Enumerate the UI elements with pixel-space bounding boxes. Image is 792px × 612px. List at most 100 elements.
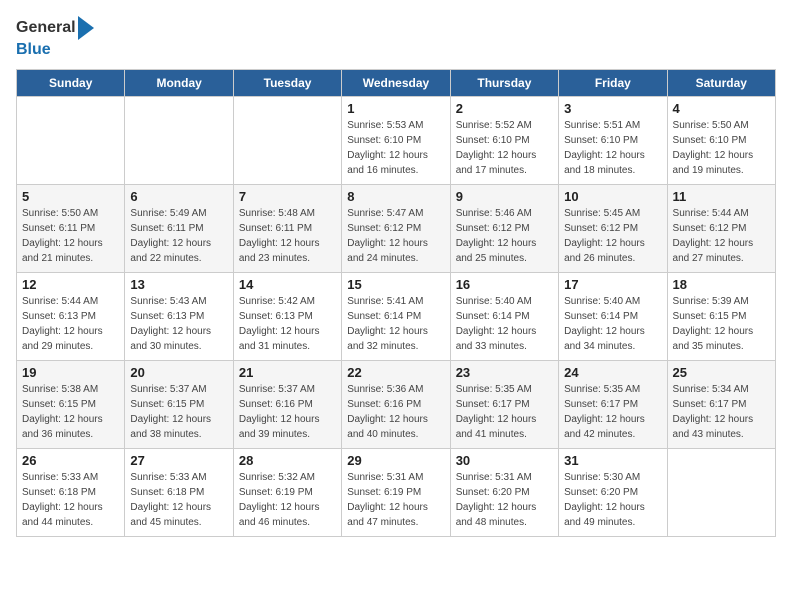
logo: General Blue — [16, 16, 94, 59]
day-info: Sunrise: 5:44 AMSunset: 6:12 PMDaylight:… — [673, 206, 770, 266]
day-number: 27 — [130, 453, 227, 468]
header: General Blue — [16, 16, 776, 59]
day-number: 29 — [347, 453, 444, 468]
week-row-1: 1 Sunrise: 5:53 AMSunset: 6:10 PMDaylight… — [17, 97, 776, 185]
day-info: Sunrise: 5:49 AMSunset: 6:11 PMDaylight:… — [130, 206, 227, 266]
day-info: Sunrise: 5:38 AMSunset: 6:15 PMDaylight:… — [22, 382, 119, 442]
calendar-cell: 16 Sunrise: 5:40 AMSunset: 6:14 PMDayligh… — [450, 273, 558, 361]
day-number: 19 — [22, 365, 119, 380]
day-number: 18 — [673, 277, 770, 292]
week-row-3: 12 Sunrise: 5:44 AMSunset: 6:13 PMDayligh… — [17, 273, 776, 361]
calendar-header-row: SundayMondayTuesdayWednesdayThursdayFrid… — [17, 70, 776, 97]
day-number: 30 — [456, 453, 553, 468]
calendar-cell: 21 Sunrise: 5:37 AMSunset: 6:16 PMDayligh… — [233, 361, 341, 449]
day-number: 14 — [239, 277, 336, 292]
day-number: 12 — [22, 277, 119, 292]
day-info: Sunrise: 5:51 AMSunset: 6:10 PMDaylight:… — [564, 118, 661, 178]
calendar-cell: 14 Sunrise: 5:42 AMSunset: 6:13 PMDayligh… — [233, 273, 341, 361]
day-number: 9 — [456, 189, 553, 204]
day-info: Sunrise: 5:50 AMSunset: 6:10 PMDaylight:… — [673, 118, 770, 178]
day-info: Sunrise: 5:37 AMSunset: 6:15 PMDaylight:… — [130, 382, 227, 442]
calendar-cell — [667, 449, 775, 537]
calendar-cell: 22Sunrise: 5:36 AMSunset: 6:16 PMDayligh… — [342, 361, 450, 449]
calendar-cell: 15 Sunrise: 5:41 AMSunset: 6:14 PMDayligh… — [342, 273, 450, 361]
day-number: 7 — [239, 189, 336, 204]
day-info: Sunrise: 5:42 AMSunset: 6:13 PMDaylight:… — [239, 294, 336, 354]
day-number: 25 — [673, 365, 770, 380]
day-number: 20 — [130, 365, 227, 380]
day-info: Sunrise: 5:32 AMSunset: 6:19 PMDaylight:… — [239, 470, 336, 530]
calendar-cell: 26 Sunrise: 5:33 AMSunset: 6:18 PMDayligh… — [17, 449, 125, 537]
calendar-cell: 9 Sunrise: 5:46 AMSunset: 6:12 PMDaylight… — [450, 185, 558, 273]
day-number: 5 — [22, 189, 119, 204]
day-number: 16 — [456, 277, 553, 292]
day-number: 11 — [673, 189, 770, 204]
day-info: Sunrise: 5:39 AMSunset: 6:15 PMDaylight:… — [673, 294, 770, 354]
calendar-cell — [17, 97, 125, 185]
calendar-cell — [125, 97, 233, 185]
day-info: Sunrise: 5:35 AMSunset: 6:17 PMDaylight:… — [456, 382, 553, 442]
week-row-5: 26 Sunrise: 5:33 AMSunset: 6:18 PMDayligh… — [17, 449, 776, 537]
calendar-cell: 11 Sunrise: 5:44 AMSunset: 6:12 PMDayligh… — [667, 185, 775, 273]
day-info: Sunrise: 5:35 AMSunset: 6:17 PMDaylight:… — [564, 382, 661, 442]
day-number: 10 — [564, 189, 661, 204]
day-number: 13 — [130, 277, 227, 292]
day-number: 21 — [239, 365, 336, 380]
day-info: Sunrise: 5:53 AMSunset: 6:10 PMDaylight:… — [347, 118, 444, 178]
calendar-cell: 24 Sunrise: 5:35 AMSunset: 6:17 PMDayligh… — [559, 361, 667, 449]
day-number: 1 — [347, 101, 444, 116]
logo-arrow-icon — [78, 16, 94, 40]
calendar-cell: 5 Sunrise: 5:50 AMSunset: 6:11 PMDaylight… — [17, 185, 125, 273]
day-info: Sunrise: 5:50 AMSunset: 6:11 PMDaylight:… — [22, 206, 119, 266]
day-info: Sunrise: 5:48 AMSunset: 6:11 PMDaylight:… — [239, 206, 336, 266]
day-info: Sunrise: 5:37 AMSunset: 6:16 PMDaylight:… — [239, 382, 336, 442]
day-number: 17 — [564, 277, 661, 292]
calendar-cell: 1 Sunrise: 5:53 AMSunset: 6:10 PMDaylight… — [342, 97, 450, 185]
day-number: 26 — [22, 453, 119, 468]
header-day-tuesday: Tuesday — [233, 70, 341, 97]
day-number: 15 — [347, 277, 444, 292]
week-row-2: 5 Sunrise: 5:50 AMSunset: 6:11 PMDaylight… — [17, 185, 776, 273]
calendar-cell: 18 Sunrise: 5:39 AMSunset: 6:15 PMDayligh… — [667, 273, 775, 361]
day-number: 31 — [564, 453, 661, 468]
day-info: Sunrise: 5:45 AMSunset: 6:12 PMDaylight:… — [564, 206, 661, 266]
logo-text-blue: Blue — [16, 40, 51, 59]
calendar-cell: 29 Sunrise: 5:31 AMSunset: 6:19 PMDayligh… — [342, 449, 450, 537]
calendar-cell: 23Sunrise: 5:35 AMSunset: 6:17 PMDayligh… — [450, 361, 558, 449]
day-info: Sunrise: 5:44 AMSunset: 6:13 PMDaylight:… — [22, 294, 119, 354]
day-info: Sunrise: 5:46 AMSunset: 6:12 PMDaylight:… — [456, 206, 553, 266]
day-info: Sunrise: 5:30 AMSunset: 6:20 PMDaylight:… — [564, 470, 661, 530]
header-day-friday: Friday — [559, 70, 667, 97]
day-info: Sunrise: 5:43 AMSunset: 6:13 PMDaylight:… — [130, 294, 227, 354]
calendar-cell: 31 Sunrise: 5:30 AMSunset: 6:20 PMDayligh… — [559, 449, 667, 537]
day-number: 2 — [456, 101, 553, 116]
header-day-sunday: Sunday — [17, 70, 125, 97]
day-info: Sunrise: 5:31 AMSunset: 6:20 PMDaylight:… — [456, 470, 553, 530]
header-day-saturday: Saturday — [667, 70, 775, 97]
calendar-cell: 4Sunrise: 5:50 AMSunset: 6:10 PMDaylight… — [667, 97, 775, 185]
calendar-cell: 13 Sunrise: 5:43 AMSunset: 6:13 PMDayligh… — [125, 273, 233, 361]
calendar-cell: 27 Sunrise: 5:33 AMSunset: 6:18 PMDayligh… — [125, 449, 233, 537]
day-info: Sunrise: 5:31 AMSunset: 6:19 PMDaylight:… — [347, 470, 444, 530]
day-info: Sunrise: 5:40 AMSunset: 6:14 PMDaylight:… — [456, 294, 553, 354]
calendar-cell: 10 Sunrise: 5:45 AMSunset: 6:12 PMDayligh… — [559, 185, 667, 273]
day-number: 3 — [564, 101, 661, 116]
header-day-thursday: Thursday — [450, 70, 558, 97]
header-day-monday: Monday — [125, 70, 233, 97]
calendar-cell: 2 Sunrise: 5:52 AMSunset: 6:10 PMDaylight… — [450, 97, 558, 185]
calendar-cell: 30 Sunrise: 5:31 AMSunset: 6:20 PMDayligh… — [450, 449, 558, 537]
calendar-cell: 8Sunrise: 5:47 AMSunset: 6:12 PMDaylight… — [342, 185, 450, 273]
calendar-table: SundayMondayTuesdayWednesdayThursdayFrid… — [16, 69, 776, 537]
calendar-cell: 28Sunrise: 5:32 AMSunset: 6:19 PMDayligh… — [233, 449, 341, 537]
day-info: Sunrise: 5:33 AMSunset: 6:18 PMDaylight:… — [22, 470, 119, 530]
day-number: 24 — [564, 365, 661, 380]
day-number: 22 — [347, 365, 444, 380]
calendar-cell: 3 Sunrise: 5:51 AMSunset: 6:10 PMDaylight… — [559, 97, 667, 185]
calendar-cell: 17 Sunrise: 5:40 AMSunset: 6:14 PMDayligh… — [559, 273, 667, 361]
logo-text-general: General — [16, 18, 76, 37]
day-info: Sunrise: 5:33 AMSunset: 6:18 PMDaylight:… — [130, 470, 227, 530]
day-info: Sunrise: 5:41 AMSunset: 6:14 PMDaylight:… — [347, 294, 444, 354]
calendar-cell — [233, 97, 341, 185]
day-info: Sunrise: 5:52 AMSunset: 6:10 PMDaylight:… — [456, 118, 553, 178]
day-info: Sunrise: 5:40 AMSunset: 6:14 PMDaylight:… — [564, 294, 661, 354]
